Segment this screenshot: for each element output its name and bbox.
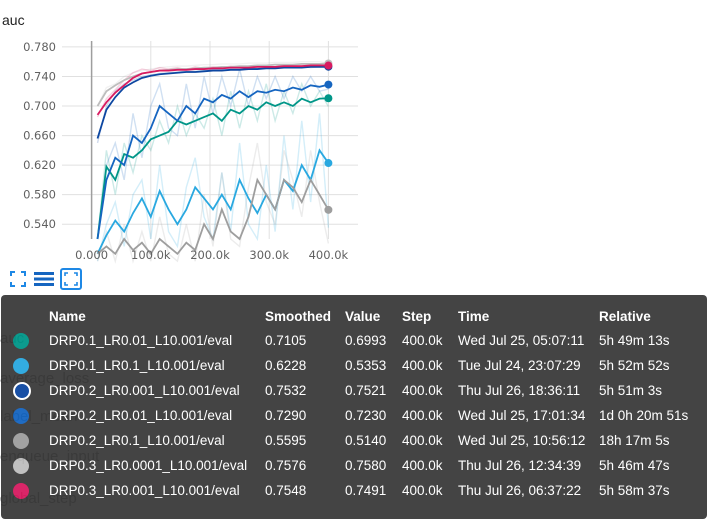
tooltip-relative: 1d 0h 20m 51s <box>599 408 689 423</box>
tooltip-row: DRP0.2_LR0.001_L10.001/eval 0.7532 0.7521 4… <box>7 378 694 403</box>
series-color-dot <box>13 482 29 499</box>
series-end-dot <box>324 159 333 168</box>
tooltip-step: 400.0k <box>402 483 443 498</box>
x-tick-label: 400.0k <box>309 248 349 262</box>
list-icon[interactable] <box>34 269 54 289</box>
tooltip-name: DRP0.3_LR0.0001_L10.001/eval <box>49 458 248 473</box>
series-swatch-cell <box>7 328 43 353</box>
tooltip-name: DRP0.2_LR0.01_L10.001/eval <box>49 408 233 423</box>
series-swatch-cell <box>7 403 43 428</box>
tooltip-value: 0.6993 <box>345 333 387 348</box>
header-time: Time <box>458 308 490 324</box>
series-color-dot <box>13 432 29 449</box>
tooltip-name: DRP0.1_LR0.01_L10.001/eval <box>49 333 233 348</box>
tooltip-relative: 5h 52m 52s <box>599 358 670 373</box>
header-relative: Relative <box>599 308 651 324</box>
tooltip-relative: 5h 51m 3s <box>599 383 663 398</box>
tooltip-value: 0.5353 <box>345 358 387 373</box>
header-value: Value <box>345 308 381 324</box>
series-end-dot <box>324 80 333 89</box>
tooltip-table: Name Smoothed Value Step Time Relative D… <box>7 304 694 503</box>
fit-domain-icon[interactable] <box>60 268 82 290</box>
tooltip-relative: 5h 58m 37s <box>599 483 670 498</box>
series-color-dot <box>13 457 29 474</box>
tooltip-smoothed: 0.7105 <box>265 333 307 348</box>
tooltip-row: DRP0.3_LR0.001_L10.001/eval 0.7548 0.7491 4… <box>7 478 694 503</box>
tooltip-row: DRP0.3_LR0.0001_L10.001/eval 0.7576 0.7580… <box>7 453 694 478</box>
tooltip-row: DRP0.1_LR0.01_L10.001/eval 0.7105 0.6993 40… <box>7 328 694 353</box>
header-name: Name <box>49 308 86 324</box>
tooltip-row: DRP0.2_LR0.01_L10.001/eval 0.7290 0.7230 40… <box>7 403 694 428</box>
tooltip-row: DRP0.2_LR0.1_L10.001/eval 0.5595 0.5140 400… <box>7 428 694 453</box>
y-tick-label: 0.540 <box>23 217 56 231</box>
tooltip-time: Thu Jul 26, 18:36:11 <box>458 383 581 398</box>
tooltip-step: 400.0k <box>402 458 443 473</box>
tooltip-smoothed: 0.7532 <box>265 383 307 398</box>
tooltip-time: Wed Jul 25, 10:56:12 <box>458 433 586 448</box>
x-tick-label: 100.0k <box>131 248 171 262</box>
y-tick-label: 0.580 <box>23 188 56 202</box>
series-end-dot <box>324 205 333 214</box>
header-smoothed: Smoothed <box>265 308 331 324</box>
tooltip-step: 400.0k <box>402 433 443 448</box>
x-tick-label: 200.0k <box>190 248 230 262</box>
y-tick-label: 0.700 <box>23 99 56 113</box>
chart-title: auc <box>2 12 25 28</box>
tooltip-name: DRP0.1_LR0.1_L10.001/eval <box>49 358 225 373</box>
series-end-dot <box>324 94 333 103</box>
tooltip-smoothed: 0.5595 <box>265 433 307 448</box>
tooltip-time: Wed Jul 25, 17:01:34 <box>458 408 586 423</box>
tooltip-header-row: Name Smoothed Value Step Time Relative <box>7 304 694 328</box>
series-swatch-cell <box>7 478 43 503</box>
tooltip-row: DRP0.1_LR0.1_L10.001/eval 0.6228 0.5353 400… <box>7 353 694 378</box>
y-tick-label: 0.620 <box>23 158 56 172</box>
x-tick-label: 0.000 <box>75 248 108 262</box>
tooltip-step: 400.0k <box>402 333 443 348</box>
series-color-dot <box>13 381 31 400</box>
tooltip-step: 400.0k <box>402 408 443 423</box>
tooltip-step: 400.0k <box>402 383 443 398</box>
y-tick-label: 0.780 <box>23 40 56 54</box>
series-swatch-cell <box>7 353 43 378</box>
series-end-dot <box>324 61 333 70</box>
tooltip-smoothed: 0.6228 <box>265 358 307 373</box>
header-step: Step <box>402 308 432 324</box>
tooltip-step: 400.0k <box>402 358 443 373</box>
tooltip-smoothed: 0.7576 <box>265 458 307 473</box>
tooltip-value: 0.7521 <box>345 383 387 398</box>
tooltip-smoothed: 0.7548 <box>265 483 307 498</box>
tooltip-name: DRP0.2_LR0.001_L10.001/eval <box>49 383 240 398</box>
tooltip-smoothed: 0.7290 <box>265 408 307 423</box>
expand-icon[interactable] <box>8 269 28 289</box>
series-color-dot <box>13 332 29 349</box>
tooltip-time: Wed Jul 25, 05:07:11 <box>458 333 585 348</box>
tooltip-relative: 18h 17m 5s <box>599 433 670 448</box>
x-tick-label: 300.0k <box>249 248 289 262</box>
tooltip-time: Tue Jul 24, 23:07:29 <box>458 358 581 373</box>
y-tick-label: 0.660 <box>23 129 56 143</box>
series-color-dot <box>13 357 29 374</box>
auc-chart[interactable]: 0.540 0.580 0.620 0.660 0.700 0.740 0.780 0.00… <box>0 36 370 266</box>
tooltip-name: DRP0.3_LR0.001_L10.001/eval <box>49 483 240 498</box>
chart-toolbar <box>8 268 82 290</box>
tooltip-name: DRP0.2_LR0.1_L10.001/eval <box>49 433 225 448</box>
tooltip-value: 0.7580 <box>345 458 387 473</box>
series-tooltip: Name Smoothed Value Step Time Relative D… <box>1 295 707 519</box>
series-swatch-cell <box>7 378 43 403</box>
tooltip-relative: 5h 49m 13s <box>599 333 670 348</box>
series-swatch-cell <box>7 453 43 478</box>
tooltip-value: 0.5140 <box>345 433 387 448</box>
tooltip-relative: 5h 46m 47s <box>599 458 670 473</box>
tooltip-time: Thu Jul 26, 06:37:22 <box>458 483 582 498</box>
tooltip-value: 0.7491 <box>345 483 387 498</box>
series-color-dot <box>13 407 29 424</box>
tooltip-time: Thu Jul 26, 12:34:39 <box>458 458 582 473</box>
series-swatch-cell <box>7 428 43 453</box>
y-axis: 0.540 0.580 0.620 0.660 0.700 0.740 0.780 <box>23 40 56 231</box>
tooltip-value: 0.7230 <box>345 408 387 423</box>
y-tick-label: 0.740 <box>23 69 56 83</box>
